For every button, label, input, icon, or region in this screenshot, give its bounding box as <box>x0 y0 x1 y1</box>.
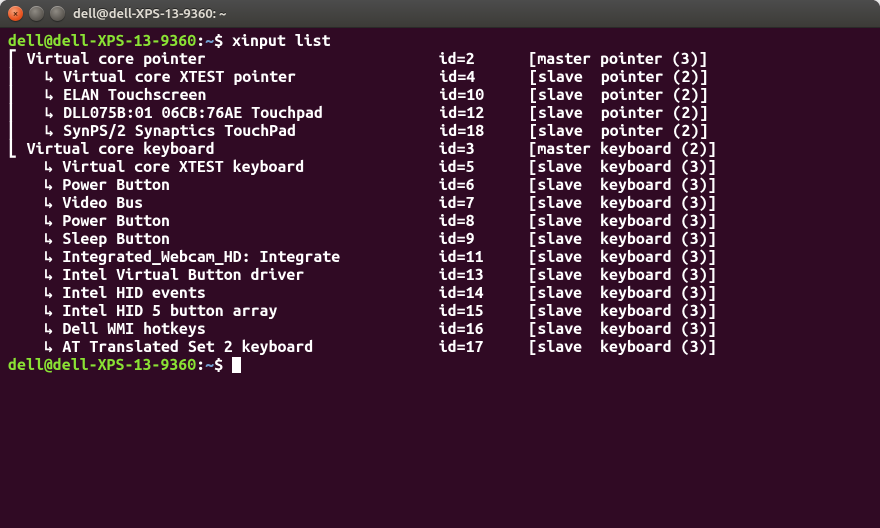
output-line: ↳ Sleep Button id=9 [slave keyboard (3)] <box>8 230 872 248</box>
output-line: ⎡ Virtual core pointer id=2 [master poin… <box>8 50 872 68</box>
output-line: ↳ Power Button id=8 [slave keyboard (3)] <box>8 212 872 230</box>
close-icon[interactable]: × <box>8 6 23 21</box>
prompt-path: ~ <box>205 356 214 374</box>
window-title: dell@dell-XPS-13-9360: ~ <box>73 7 226 21</box>
prompt-line: dell@dell-XPS-13-9360:~$ xinput list <box>8 32 872 50</box>
command-output: ⎡ Virtual core pointer id=2 [master poin… <box>8 50 872 356</box>
prompt-symbol: $ <box>214 32 223 50</box>
prompt-userhost: dell@dell-XPS-13-9360 <box>8 356 196 374</box>
output-line: ↳ Virtual core XTEST keyboard id=5 [slav… <box>8 158 872 176</box>
output-line: ⎣ Virtual core keyboard id=3 [master key… <box>8 140 872 158</box>
output-line: ⎜ ↳ SynPS/2 Synaptics TouchPad id=18 [sl… <box>8 122 872 140</box>
prompt-line-2: dell@dell-XPS-13-9360:~$ <box>8 356 872 374</box>
output-line: ↳ Dell WMI hotkeys id=16 [slave keyboard… <box>8 320 872 338</box>
cursor-icon <box>232 357 241 373</box>
terminal-body[interactable]: dell@dell-XPS-13-9360:~$ xinput list⎡ Vi… <box>0 28 880 528</box>
command-text: xinput list <box>232 32 331 50</box>
output-line: ↳ Power Button id=6 [slave keyboard (3)] <box>8 176 872 194</box>
prompt-userhost: dell@dell-XPS-13-9360 <box>8 32 196 50</box>
terminal-window: × dell@dell-XPS-13-9360: ~ dell@dell-XPS… <box>0 0 880 528</box>
prompt-symbol: $ <box>214 356 223 374</box>
prompt-sep: : <box>196 356 205 374</box>
output-line: ↳ AT Translated Set 2 keyboard id=17 [sl… <box>8 338 872 356</box>
output-line: ⎜ ↳ Virtual core XTEST pointer id=4 [sla… <box>8 68 872 86</box>
output-line: ⎜ ↳ ELAN Touchscreen id=10 [slave pointe… <box>8 86 872 104</box>
window-controls: × <box>8 6 65 21</box>
maximize-icon[interactable] <box>50 6 65 21</box>
prompt-sep: : <box>196 32 205 50</box>
output-line: ↳ Intel Virtual Button driver id=13 [sla… <box>8 266 872 284</box>
output-line: ⎜ ↳ DLL075B:01 06CB:76AE Touchpad id=12 … <box>8 104 872 122</box>
output-line: ↳ Integrated_Webcam_HD: Integrate id=11 … <box>8 248 872 266</box>
output-line: ↳ Intel HID events id=14 [slave keyboard… <box>8 284 872 302</box>
titlebar: × dell@dell-XPS-13-9360: ~ <box>0 0 880 28</box>
output-line: ↳ Intel HID 5 button array id=15 [slave … <box>8 302 872 320</box>
minimize-icon[interactable] <box>29 6 44 21</box>
prompt-path: ~ <box>205 32 214 50</box>
output-line: ↳ Video Bus id=7 [slave keyboard (3)] <box>8 194 872 212</box>
